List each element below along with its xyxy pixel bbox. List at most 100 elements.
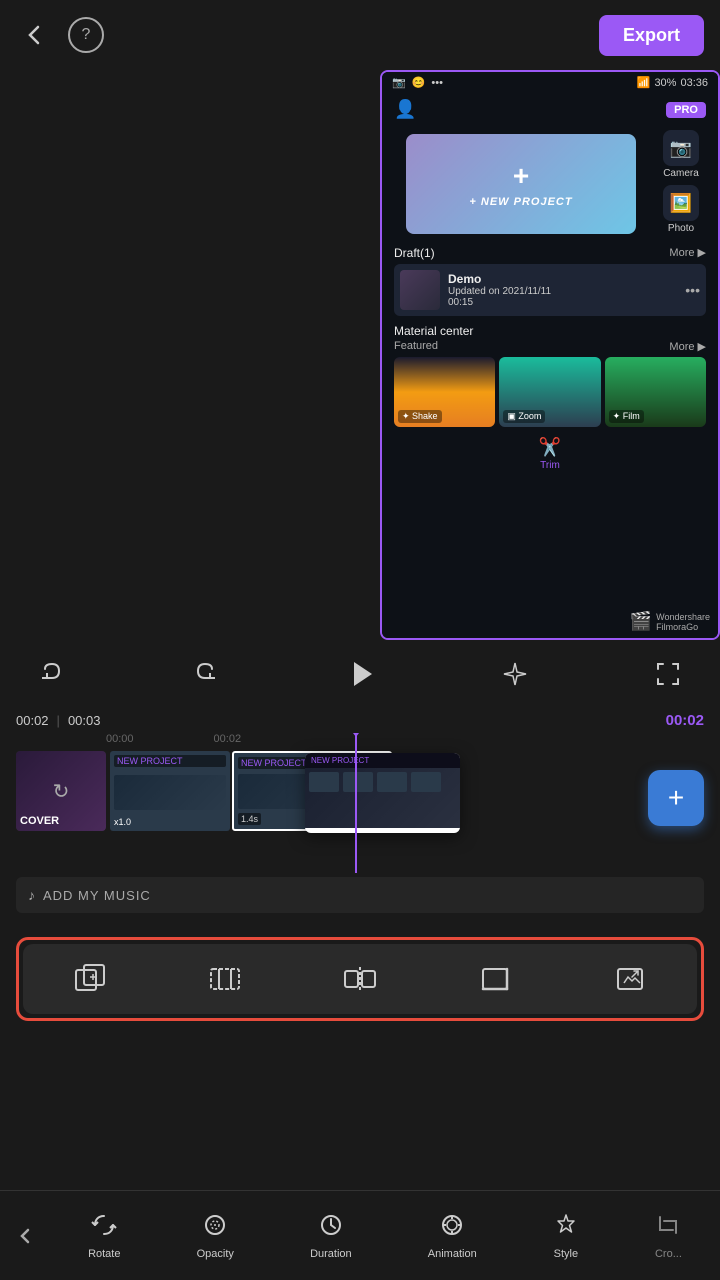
back-button[interactable] (16, 17, 52, 53)
selected-clip-popup: NEW PROJECT (305, 753, 460, 833)
shake-tag: ✦ Shake (398, 410, 442, 423)
zoom-tag: ▣ Zoom (503, 410, 545, 423)
magic-button[interactable] (493, 652, 537, 696)
battery-level: 30% (654, 77, 676, 89)
draft-name: Demo (448, 272, 551, 286)
replace-tool[interactable] (600, 954, 660, 1004)
material-title: Material center (394, 324, 706, 338)
animation-label: Animation (428, 1248, 477, 1260)
app-header: 👤 PRO (382, 93, 718, 126)
trim-tool[interactable] (195, 954, 255, 1004)
nav-item-crop[interactable]: Cro... (647, 1206, 690, 1266)
draft-menu[interactable]: ••• (685, 282, 700, 298)
featured-thumb-shake[interactable]: ✦ Shake (394, 357, 495, 427)
play-button[interactable] (336, 650, 384, 698)
featured-more[interactable]: More ▶ (669, 340, 706, 353)
trim-label: Trim (540, 460, 560, 471)
timeline-area[interactable]: 00:00 00:02 ↻ COVER NEW PROJECT x1.0 (0, 733, 720, 873)
signal-icon: 📶 (637, 76, 651, 89)
timeline-current-time: 00:02 (666, 712, 704, 729)
draft-duration: 00:15 (448, 297, 551, 308)
fullscreen-button[interactable] (646, 652, 690, 696)
nav-item-opacity[interactable]: Opacity (189, 1206, 242, 1266)
phone-bottom-bar: ✂️ Trim 🎬 Wondershare FilmoraGo (382, 431, 718, 473)
phone-status-bar: 📷 😊 ••• 📶 30% 03:36 (382, 72, 718, 93)
draft-thumbnail (400, 270, 440, 310)
featured-thumb-film[interactable]: ✦ Film (605, 357, 706, 427)
top-bar: ? Export (0, 0, 720, 70)
clip1-speed: x1.0 (114, 817, 226, 827)
playback-controls (0, 640, 720, 708)
photo-button[interactable]: 🖼️ Photo (656, 185, 706, 234)
timeline-ruler: 00:00 00:02 (16, 733, 704, 745)
photo-label: Photo (668, 223, 694, 234)
rotate-label: Rotate (88, 1248, 120, 1260)
clip1-toplabel: NEW PROJECT (114, 755, 226, 767)
draft-updated: Updated on 2021/11/11 (448, 286, 551, 297)
draft-section: Draft(1) More ▶ Demo Updated on 2021/11/… (382, 242, 718, 320)
style-label: Style (554, 1248, 578, 1260)
nav-item-animation[interactable]: Animation (420, 1206, 485, 1266)
featured-items: ✦ Shake ▣ Zoom ✦ Film (394, 357, 706, 427)
help-button[interactable]: ? (68, 17, 104, 53)
time-total: 00:03 (68, 713, 101, 728)
duplicate-tool[interactable] (60, 954, 120, 1004)
nav-item-rotate[interactable]: Rotate (80, 1206, 128, 1266)
redo-button[interactable] (183, 652, 227, 696)
phone-screen: 📷 😊 ••• 📶 30% 03:36 👤 PRO + + NE (382, 72, 718, 638)
more-icon: ••• (431, 77, 443, 89)
film-tag: ✦ Film (609, 410, 644, 423)
ruler-00: 00:00 (106, 733, 134, 745)
camera-label: Camera (663, 168, 699, 179)
add-clip-button[interactable]: + (648, 770, 704, 826)
new-project-button[interactable]: + + NEW PROJECT (406, 134, 636, 234)
opacity-label: Opacity (197, 1248, 234, 1260)
ruler-02: 00:02 (214, 733, 242, 745)
clip2-duration: 1.4s (238, 813, 261, 825)
cover-label: COVER (20, 815, 59, 827)
draft-more[interactable]: More ▶ (669, 246, 706, 260)
duration-label: Duration (310, 1248, 352, 1260)
phone-preview: 📷 😊 ••• 📶 30% 03:36 👤 PRO + + NE (380, 70, 720, 640)
camera-photo-column: 📷 Camera 🖼️ Photo (656, 130, 706, 238)
material-section: Material center Featured More ▶ ✦ Shake … (382, 320, 718, 431)
nav-back-button[interactable] (0, 1191, 50, 1280)
undo-button[interactable] (30, 652, 74, 696)
toolbar-highlight (16, 937, 704, 1021)
clip1-thumb (114, 775, 226, 810)
phone-logo: 🎬 Wondershare FilmoraGo (630, 611, 710, 632)
avatar-icon: 😊 (412, 76, 426, 89)
top-bar-left: ? (16, 17, 104, 53)
trim-button[interactable]: ✂️ Trim (539, 437, 561, 471)
playhead (355, 733, 357, 873)
user-icon: 👤 (394, 99, 416, 120)
nav-item-duration[interactable]: Duration (302, 1206, 360, 1266)
resize-tool[interactable] (465, 954, 525, 1004)
split-tool[interactable] (330, 954, 390, 1004)
cover-clip[interactable]: ↻ COVER (16, 751, 106, 831)
draft-title: Draft(1) (394, 246, 435, 260)
music-label: ADD MY MUSIC (43, 888, 151, 903)
featured-thumb-zoom[interactable]: ▣ Zoom (499, 357, 600, 427)
export-button[interactable]: Export (599, 15, 704, 56)
popup-content (305, 768, 460, 828)
clip-segment-1[interactable]: NEW PROJECT x1.0 (110, 751, 230, 831)
new-project-section: + + NEW PROJECT 📷 Camera 🖼️ Photo (394, 130, 706, 238)
refresh-icon: ↻ (53, 779, 70, 804)
music-icon: ♪ (28, 887, 35, 903)
music-track[interactable]: ♪ ADD MY MUSIC (16, 877, 704, 913)
logo-text: Wondershare FilmoraGo (656, 612, 710, 632)
pro-badge: PRO (666, 102, 706, 118)
camera-button[interactable]: 📷 Camera (656, 130, 706, 179)
popup-title: NEW PROJECT (305, 753, 460, 768)
preview-area: 📷 😊 ••• 📶 30% 03:36 👤 PRO + + NE (0, 70, 720, 640)
photo-icon: 📷 (392, 76, 406, 89)
new-project-label: + NEW PROJECT (469, 196, 572, 208)
time-display: 03:36 (680, 77, 708, 89)
toolbar (23, 944, 697, 1014)
draft-item-demo[interactable]: Demo Updated on 2021/11/11 00:15 ••• (394, 264, 706, 316)
crop-label: Cro... (655, 1248, 682, 1260)
timeline-time: 00:02 | 00:03 00:02 (0, 708, 720, 733)
nav-item-style[interactable]: Style (545, 1206, 587, 1266)
time-position: 00:02 (16, 713, 49, 728)
